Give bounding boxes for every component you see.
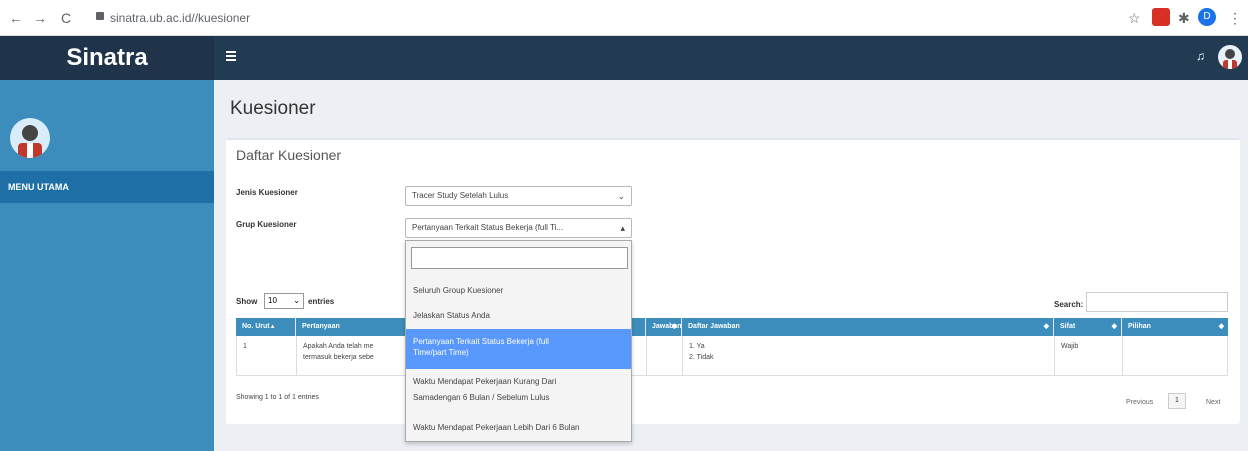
more-icon[interactable]: ⋮ [1228, 9, 1242, 27]
entries-value: 10 [268, 296, 277, 305]
sidebar: MENU UTAMA [0, 80, 214, 451]
dropdown-option-selected[interactable]: Pertanyaan Terkait Status Bekerja (full … [406, 329, 631, 369]
user-avatar-icon [10, 118, 50, 158]
page-title: Kuesioner [230, 98, 316, 119]
search-label: Search: [1054, 300, 1084, 309]
header-daftar-jawaban[interactable]: Daftar Jawaban ◆ [682, 318, 1054, 336]
puzzle-icon[interactable]: ✱ [1178, 9, 1190, 27]
sidebar-item-menu-utama[interactable]: MENU UTAMA [0, 171, 214, 203]
panel-title: Daftar Kuesioner [236, 147, 342, 163]
lock-icon [96, 12, 104, 20]
entries-select[interactable]: 10 ⌄ [264, 293, 304, 309]
cell-pilihan [1123, 336, 1227, 376]
cell-jawaban [647, 336, 683, 376]
chevron-up-icon: ▴ [620, 223, 625, 233]
cell-no: 1 [237, 336, 297, 376]
reload-icon[interactable]: C [58, 9, 74, 27]
header-pilihan[interactable]: Pilihan ◆ [1122, 318, 1228, 336]
next-button[interactable]: Next [1206, 399, 1220, 406]
jenis-kuesioner-label: Jenis Kuesioner [236, 188, 298, 197]
app-brand[interactable]: Sinatra [0, 36, 214, 80]
cell-sifat: Wajib [1055, 336, 1123, 376]
header-no-urut[interactable]: No. Urut▲ [236, 318, 296, 336]
search-input[interactable] [1086, 292, 1228, 312]
menu-toggle-icon[interactable] [226, 51, 236, 61]
previous-button[interactable]: Previous [1126, 399, 1153, 406]
header-jawaban[interactable]: Jawaban ◆ [646, 318, 682, 336]
entries-label: entries [308, 297, 335, 306]
dropdown-option[interactable]: Waktu Mendapat Pekerjaan Lebih Dari 6 Bu… [406, 422, 631, 433]
cell-answers: 1. Ya 2. Tidak [683, 336, 1055, 376]
header-sifat[interactable]: Sifat ◆ [1054, 318, 1122, 336]
bookmark-star-icon[interactable]: ☆ [1128, 9, 1141, 27]
chevron-down-icon: ⌄ [293, 296, 300, 305]
back-icon[interactable]: ← [8, 9, 24, 27]
profile-icon[interactable]: D [1198, 8, 1216, 26]
table-header: No. Urut▲ Pertanyaan Jawaban ◆ Daftar Jaw… [236, 318, 1228, 336]
table-row: 1 Apakah Anda telah me termasuk bekerja … [236, 336, 1228, 376]
user-avatar-icon[interactable] [1218, 45, 1242, 69]
show-label: Show [236, 297, 258, 306]
kuesioner-panel: Daftar Kuesioner Jenis Kuesioner Tracer … [226, 138, 1240, 424]
dropdown-option[interactable]: Jelaskan Status Anda [406, 310, 631, 321]
address-bar[interactable]: sinatra.ub.ac.id//kuesioner [110, 9, 250, 27]
dropdown-search-input[interactable] [411, 247, 628, 269]
dropdown-option[interactable]: Waktu Mendapat Pekerjaan Kurang Dari Sam… [406, 376, 631, 403]
dropdown-option[interactable]: Seluruh Group Kuesioner [406, 285, 631, 296]
grup-kuesioner-select[interactable]: Pertanyaan Terkait Status Bekerja (full … [405, 218, 632, 238]
grup-kuesioner-label: Grup Kuesioner [236, 220, 297, 229]
jenis-kuesioner-value: Tracer Study Setelah Lulus [412, 191, 509, 200]
chevron-down-icon: ⌄ [617, 191, 625, 201]
jenis-kuesioner-select[interactable]: Tracer Study Setelah Lulus ⌄ [405, 186, 632, 206]
forward-icon[interactable]: → [32, 9, 48, 27]
browser-toolbar: ← → C sinatra.ub.ac.id//kuesioner ☆ ✱ D … [0, 0, 1248, 36]
page-1-button[interactable]: 1 [1168, 393, 1186, 409]
top-navbar: ♫ [214, 36, 1248, 80]
grup-kuesioner-value: Pertanyaan Terkait Status Bekerja (full … [412, 223, 564, 232]
table-info: Showing 1 to 1 of 1 entries [236, 394, 319, 401]
grup-kuesioner-dropdown: Seluruh Group Kuesioner Jelaskan Status … [405, 240, 632, 442]
extension-icon[interactable] [1152, 8, 1170, 26]
main-content: Kuesioner Daftar Kuesioner Jenis Kuesion… [214, 80, 1248, 451]
notification-icon[interactable]: ♫ [1196, 49, 1205, 63]
